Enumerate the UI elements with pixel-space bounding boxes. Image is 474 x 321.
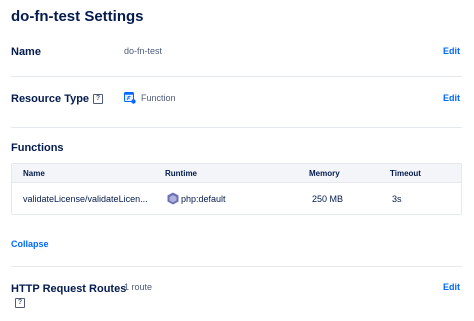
column-header-timeout: Timeout xyxy=(390,169,421,178)
page-title: do-fn-test Settings xyxy=(11,8,144,25)
name-label: Name xyxy=(11,46,41,58)
resource-type-label: Resource Type? xyxy=(11,93,104,105)
http-routes-label: HTTP Request Routes xyxy=(11,283,127,295)
collapse-link[interactable]: Collapse xyxy=(11,239,49,249)
function-icon xyxy=(124,92,136,104)
column-header-runtime: Runtime xyxy=(165,169,197,178)
function-memory-cell: 250 MB xyxy=(312,194,344,204)
help-icon[interactable]: ? xyxy=(15,298,25,308)
divider xyxy=(11,127,462,128)
http-routes-value: 1 route xyxy=(124,282,153,292)
resource-type-label-text: Resource Type xyxy=(11,93,90,105)
edit-name-link[interactable]: Edit xyxy=(443,46,460,56)
column-header-memory: Memory xyxy=(309,169,340,178)
functions-heading: Functions xyxy=(11,142,64,154)
divider xyxy=(11,266,462,267)
function-timeout-cell: 3s xyxy=(392,194,402,204)
php-icon xyxy=(167,192,179,205)
function-name-cell[interactable]: validateLicense/validateLicen... xyxy=(23,194,148,204)
divider xyxy=(11,76,462,77)
edit-routes-link[interactable]: Edit xyxy=(443,282,460,292)
edit-resource-type-link[interactable]: Edit xyxy=(443,93,460,103)
resource-type-value: Function xyxy=(141,93,176,103)
name-value: do-fn-test xyxy=(124,46,163,56)
column-header-name: Name xyxy=(23,169,45,178)
functions-table: Name Runtime Memory Timeout validateLice… xyxy=(11,163,462,215)
function-runtime-cell: php:default xyxy=(181,194,226,204)
table-header: Name Runtime Memory Timeout xyxy=(12,164,461,183)
help-icon[interactable]: ? xyxy=(93,94,104,105)
